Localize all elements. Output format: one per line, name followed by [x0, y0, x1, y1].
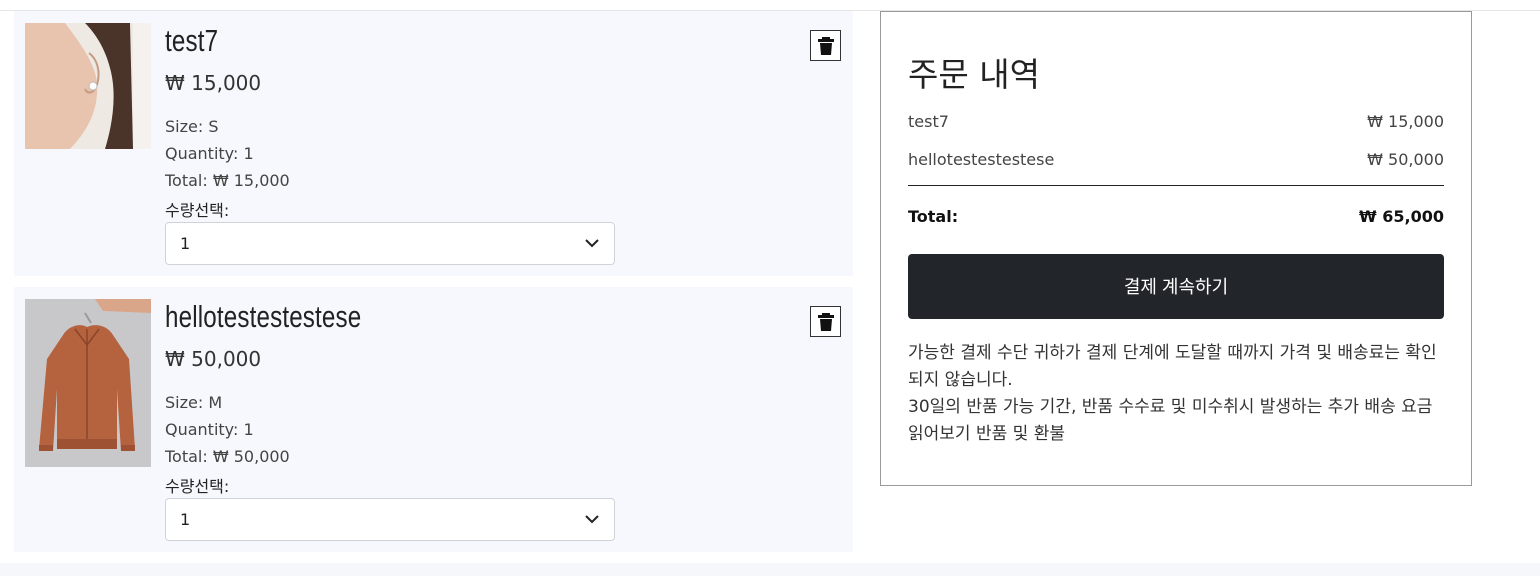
product-image[interactable] [25, 299, 151, 467]
payment-notice: 가능한 결제 수단 귀하가 결제 단계에 도달할 때까지 가격 및 배송료는 확… [908, 340, 1448, 448]
product-quantity: Quantity: 1 [165, 144, 254, 163]
notice-line: 30일의 반품 가능 기간, 반품 수수료 및 미수취시 발생하는 추가 배송 … [908, 397, 1433, 444]
order-summary: 주문 내역 test7 ₩ 15,000 hellotestestestese … [880, 11, 1472, 486]
jacket-photo [25, 299, 151, 467]
chevron-down-icon [585, 515, 599, 524]
summary-line: hellotestestestese ₩ 50,000 [908, 150, 1444, 174]
product-image[interactable] [25, 23, 151, 149]
summary-title: 주문 내역 [908, 55, 1040, 94]
quantity-select-value: 1 [180, 510, 191, 529]
product-price: ₩ 50,000 [165, 347, 262, 371]
quantity-select-label: 수량선택: [165, 477, 230, 496]
summary-line-name: hellotestestestese [908, 150, 1055, 169]
product-size: Size: S [165, 117, 219, 136]
cart-item: test7 ₩ 15,000 Size: S Quantity: 1 Total… [14, 11, 853, 276]
quantity-select[interactable]: 1 [165, 498, 615, 541]
summary-line: test7 ₩ 15,000 [908, 112, 1444, 136]
notice-line: 가능한 결제 수단 귀하가 결제 단계에 도달할 때까지 가격 및 배송료는 확… [908, 343, 1437, 390]
summary-line-name: test7 [908, 112, 949, 131]
checkout-button-label: 결제 계속하기 [1123, 277, 1229, 297]
quantity-select-label: 수량선택: [165, 201, 230, 220]
product-total: Total: ₩ 15,000 [165, 171, 290, 190]
product-size: Size: M [165, 393, 223, 412]
quantity-select-value: 1 [180, 234, 191, 253]
summary-line-price: ₩ 15,000 [1367, 112, 1444, 131]
summary-total-label: Total: [908, 207, 959, 226]
product-price: ₩ 15,000 [165, 71, 262, 95]
summary-line-price: ₩ 50,000 [1367, 150, 1444, 169]
product-name[interactable]: test7 [165, 23, 218, 59]
product-total: Total: ₩ 50,000 [165, 447, 290, 466]
checkout-button[interactable]: 결제 계속하기 [908, 254, 1444, 319]
product-quantity: Quantity: 1 [165, 420, 254, 439]
quantity-select[interactable]: 1 [165, 222, 615, 265]
summary-divider [908, 185, 1444, 186]
footer-band [0, 563, 1540, 576]
earring-model-photo [25, 23, 151, 149]
trash-icon [818, 37, 834, 55]
trash-icon [818, 313, 834, 331]
chevron-down-icon [585, 239, 599, 248]
cart-item: hellotestestestese ₩ 50,000 Size: M Quan… [14, 287, 853, 552]
delete-button[interactable] [810, 306, 841, 337]
product-name[interactable]: hellotestestestese [165, 299, 361, 335]
summary-total: Total: ₩ 65,000 [908, 207, 1444, 231]
delete-button[interactable] [810, 30, 841, 61]
summary-total-value: ₩ 65,000 [1359, 207, 1444, 226]
